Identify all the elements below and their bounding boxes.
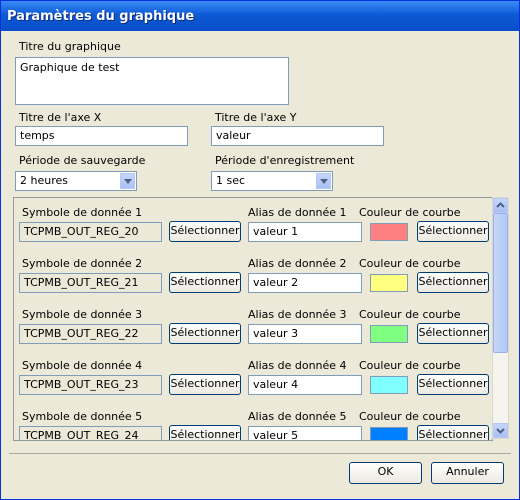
select-color-button[interactable]: Sélectionner <box>417 425 489 440</box>
series-color-label: Couleur de courbe <box>359 359 461 372</box>
chevron-down-icon[interactable] <box>316 173 331 189</box>
series-symbol-field[interactable]: TCPMB_OUT_REG_20 <box>19 222 162 242</box>
series-color-label: Couleur de courbe <box>359 257 461 270</box>
series-symbol-field[interactable]: TCPMB_OUT_REG_22 <box>19 324 162 344</box>
graph-title-label: Titre du graphique <box>19 40 121 53</box>
series-color-swatch <box>370 223 408 241</box>
series-color-swatch <box>370 427 408 440</box>
select-color-button[interactable]: Sélectionner <box>417 374 489 395</box>
select-symbol-button[interactable]: Sélectionner <box>169 425 241 440</box>
title-bar[interactable]: Paramètres du graphique <box>1 1 519 31</box>
select-symbol-button[interactable]: Sélectionner <box>169 221 241 242</box>
series-color-label: Couleur de courbe <box>359 206 461 219</box>
record-period-select[interactable]: 1 sec <box>211 171 333 191</box>
save-period-select[interactable]: 2 heures <box>15 171 137 191</box>
series-color-label: Couleur de courbe <box>359 410 461 423</box>
save-period-label: Période de sauvegarde <box>19 154 146 167</box>
save-period-value: 2 heures <box>20 174 68 187</box>
series-alias-label: Alias de donnée 4 <box>248 359 347 372</box>
vertical-scrollbar[interactable] <box>492 197 509 439</box>
scroll-down-button[interactable] <box>493 423 508 438</box>
ok-button[interactable]: OK <box>349 462 422 484</box>
chevron-down-icon[interactable] <box>120 173 135 189</box>
select-symbol-button[interactable]: Sélectionner <box>169 374 241 395</box>
series-symbol-label: Symbole de donnée 1 <box>22 206 143 219</box>
axis-x-field[interactable]: temps <box>15 126 188 146</box>
axis-x-label: Titre de l'axe X <box>19 111 102 124</box>
scroll-thumb[interactable] <box>493 213 508 353</box>
series-alias-label: Alias de donnée 3 <box>248 308 347 321</box>
series-symbol-label: Symbole de donnée 3 <box>22 308 143 321</box>
series-color-swatch <box>370 325 408 343</box>
series-alias-label: Alias de donnée 1 <box>248 206 347 219</box>
dialog-window: Paramètres du graphique Titre du graphiq… <box>0 0 520 500</box>
series-alias-field[interactable]: valeur 2 <box>248 273 362 293</box>
series-symbol-field[interactable]: TCPMB_OUT_REG_23 <box>19 375 162 395</box>
series-symbol-field[interactable]: TCPMB_OUT_REG_24 <box>19 426 162 440</box>
select-symbol-button[interactable]: Sélectionner <box>169 272 241 293</box>
series-alias-field[interactable]: valeur 4 <box>248 375 362 395</box>
series-alias-field[interactable]: valeur 5 <box>248 426 362 440</box>
graph-title-field[interactable]: Graphique de test <box>15 57 289 105</box>
series-symbol-label: Symbole de donnée 2 <box>22 257 143 270</box>
select-symbol-button[interactable]: Sélectionner <box>169 323 241 344</box>
series-alias-field[interactable]: valeur 3 <box>248 324 362 344</box>
series-symbol-field[interactable]: TCPMB_OUT_REG_21 <box>19 273 162 293</box>
series-alias-field[interactable]: valeur 1 <box>248 222 362 242</box>
select-color-button[interactable]: Sélectionner <box>417 221 489 242</box>
series-color-swatch <box>370 376 408 394</box>
window-title: Paramètres du graphique <box>7 9 195 24</box>
series-panel: Symbole de donnée 1 TCPMB_OUT_REG_20 Sélec… <box>13 197 493 441</box>
footer-divider <box>9 453 511 454</box>
series-color-swatch <box>370 274 408 292</box>
series-symbol-label: Symbole de donnée 4 <box>22 359 143 372</box>
scroll-up-button[interactable] <box>493 198 508 213</box>
record-period-label: Période d'enregistrement <box>215 154 355 167</box>
series-alias-label: Alias de donnée 5 <box>248 410 347 423</box>
chevron-down-icon <box>496 428 505 434</box>
chevron-up-icon <box>496 202 505 208</box>
select-color-button[interactable]: Sélectionner <box>417 323 489 344</box>
cancel-button[interactable]: Annuler <box>431 462 504 484</box>
series-color-label: Couleur de courbe <box>359 308 461 321</box>
series-alias-label: Alias de donnée 2 <box>248 257 347 270</box>
series-symbol-label: Symbole de donnée 5 <box>22 410 143 423</box>
axis-y-field[interactable]: valeur <box>211 126 384 146</box>
axis-y-label: Titre de l'axe Y <box>215 111 297 124</box>
select-color-button[interactable]: Sélectionner <box>417 272 489 293</box>
record-period-value: 1 sec <box>216 174 246 187</box>
